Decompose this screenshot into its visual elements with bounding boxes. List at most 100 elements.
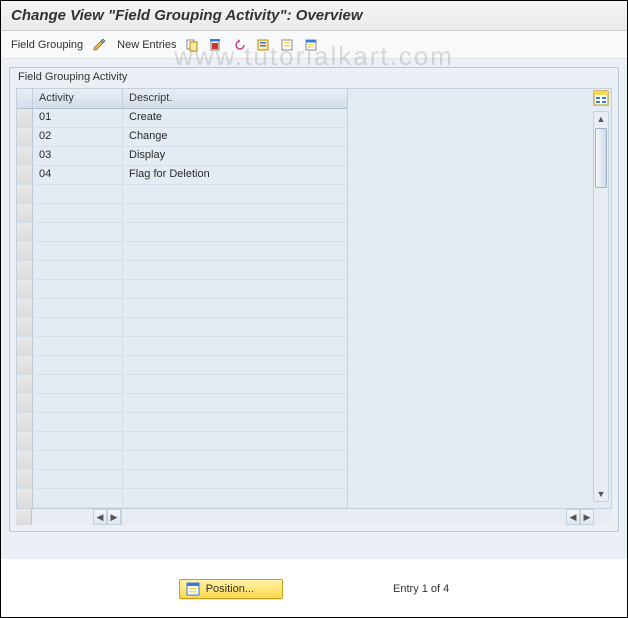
cell-descript[interactable] bbox=[123, 261, 347, 279]
copy-icon[interactable] bbox=[184, 37, 200, 53]
cell-descript[interactable] bbox=[123, 280, 347, 298]
cell-descript[interactable]: Display bbox=[123, 147, 347, 165]
row-selector[interactable] bbox=[17, 375, 33, 393]
cell-activity[interactable] bbox=[33, 280, 123, 298]
delete-icon[interactable] bbox=[208, 37, 224, 53]
cell-activity[interactable]: 04 bbox=[33, 166, 123, 184]
row-selector[interactable] bbox=[17, 451, 33, 469]
cell-descript[interactable] bbox=[123, 413, 347, 431]
cell-activity[interactable] bbox=[33, 356, 123, 374]
cell-activity[interactable] bbox=[33, 394, 123, 412]
cell-activity[interactable] bbox=[33, 451, 123, 469]
hscroll-main-segment[interactable]: ◀ ▶ bbox=[122, 509, 612, 525]
cell-descript[interactable]: Change bbox=[123, 128, 347, 146]
cell-descript[interactable] bbox=[123, 204, 347, 222]
deselect-all-icon[interactable] bbox=[280, 37, 296, 53]
row-selector[interactable] bbox=[17, 147, 33, 165]
select-all-icon[interactable] bbox=[256, 37, 272, 53]
table-row bbox=[17, 242, 347, 261]
cell-descript[interactable] bbox=[123, 470, 347, 488]
select-all-column-header[interactable] bbox=[17, 89, 33, 108]
row-selector[interactable] bbox=[17, 204, 33, 222]
cell-descript[interactable] bbox=[123, 337, 347, 355]
cell-descript[interactable] bbox=[123, 375, 347, 393]
cell-activity[interactable]: 03 bbox=[33, 147, 123, 165]
row-selector[interactable] bbox=[17, 242, 33, 260]
cell-activity[interactable] bbox=[33, 223, 123, 241]
table-row: 01Create bbox=[17, 109, 347, 128]
cell-activity[interactable] bbox=[33, 242, 123, 260]
row-selector[interactable] bbox=[17, 470, 33, 488]
cell-activity[interactable] bbox=[33, 261, 123, 279]
cell-descript[interactable] bbox=[123, 318, 347, 336]
table-whitespace: ▲ ▼ bbox=[347, 89, 611, 508]
cell-descript[interactable] bbox=[123, 299, 347, 317]
row-selector[interactable] bbox=[17, 432, 33, 450]
cell-descript[interactable] bbox=[123, 432, 347, 450]
cell-descript[interactable] bbox=[123, 356, 347, 374]
cell-descript[interactable] bbox=[123, 451, 347, 469]
cell-descript[interactable] bbox=[123, 223, 347, 241]
column-header-descript[interactable]: Descript. bbox=[123, 89, 347, 108]
row-selector[interactable] bbox=[17, 413, 33, 431]
page-title: Change View "Field Grouping Activity": O… bbox=[1, 1, 627, 31]
scroll-down-icon[interactable]: ▼ bbox=[594, 487, 608, 501]
hscroll-left-arrow2-icon[interactable]: ◀ bbox=[566, 509, 580, 525]
cell-activity[interactable] bbox=[33, 299, 123, 317]
cell-descript[interactable]: Create bbox=[123, 109, 347, 127]
cell-activity[interactable] bbox=[33, 337, 123, 355]
position-button[interactable]: Position... bbox=[179, 579, 283, 599]
undo-icon[interactable] bbox=[232, 37, 248, 53]
cell-activity[interactable] bbox=[33, 413, 123, 431]
cell-activity[interactable] bbox=[33, 432, 123, 450]
scroll-up-icon[interactable]: ▲ bbox=[594, 112, 608, 126]
field-grouping-button[interactable]: Field Grouping bbox=[11, 39, 83, 51]
row-selector[interactable] bbox=[17, 185, 33, 203]
row-selector[interactable] bbox=[17, 223, 33, 241]
scroll-thumb[interactable] bbox=[595, 128, 607, 188]
cell-descript[interactable] bbox=[123, 394, 347, 412]
cell-activity[interactable] bbox=[33, 318, 123, 336]
cell-descript[interactable] bbox=[123, 242, 347, 260]
hscroll-right-arrow2-icon[interactable]: ▶ bbox=[580, 509, 594, 525]
cell-activity[interactable] bbox=[33, 375, 123, 393]
cell-descript[interactable] bbox=[123, 489, 347, 507]
content-area: Field Grouping Activity Activity Descrip… bbox=[1, 59, 627, 559]
cell-activity[interactable] bbox=[33, 204, 123, 222]
row-selector[interactable] bbox=[17, 166, 33, 184]
row-selector[interactable] bbox=[17, 109, 33, 127]
table-row bbox=[17, 204, 347, 223]
column-header-activity[interactable]: Activity bbox=[33, 89, 123, 108]
row-selector[interactable] bbox=[17, 299, 33, 317]
group-box: Field Grouping Activity Activity Descrip… bbox=[9, 67, 619, 532]
table-row: 03Display bbox=[17, 147, 347, 166]
new-entries-button[interactable]: New Entries bbox=[117, 39, 176, 51]
table-header: Activity Descript. bbox=[17, 89, 347, 109]
position-button-label: Position... bbox=[206, 583, 254, 595]
cell-descript[interactable] bbox=[123, 185, 347, 203]
cell-activity[interactable]: 02 bbox=[33, 128, 123, 146]
vertical-scrollbar[interactable]: ▲ ▼ bbox=[593, 111, 609, 502]
table-row bbox=[17, 413, 347, 432]
table-config-icon[interactable] bbox=[593, 90, 609, 106]
table-settings-icon[interactable] bbox=[304, 37, 320, 53]
cell-activity[interactable]: 01 bbox=[33, 109, 123, 127]
table-row bbox=[17, 299, 347, 318]
entry-counter: Entry 1 of 4 bbox=[393, 583, 449, 595]
row-selector[interactable] bbox=[17, 356, 33, 374]
cell-descript[interactable]: Flag for Deletion bbox=[123, 166, 347, 184]
row-selector[interactable] bbox=[17, 394, 33, 412]
row-selector[interactable] bbox=[17, 280, 33, 298]
row-selector[interactable] bbox=[17, 128, 33, 146]
pencil-icon[interactable] bbox=[91, 37, 109, 53]
row-selector[interactable] bbox=[17, 337, 33, 355]
hscroll-right-arrow-icon[interactable]: ▶ bbox=[107, 509, 121, 525]
cell-activity[interactable] bbox=[33, 185, 123, 203]
row-selector[interactable] bbox=[17, 489, 33, 507]
row-selector[interactable] bbox=[17, 261, 33, 279]
cell-activity[interactable] bbox=[33, 489, 123, 507]
cell-activity[interactable] bbox=[33, 470, 123, 488]
hscroll-left-arrow-icon[interactable]: ◀ bbox=[93, 509, 107, 525]
table-row bbox=[17, 470, 347, 489]
row-selector[interactable] bbox=[17, 318, 33, 336]
